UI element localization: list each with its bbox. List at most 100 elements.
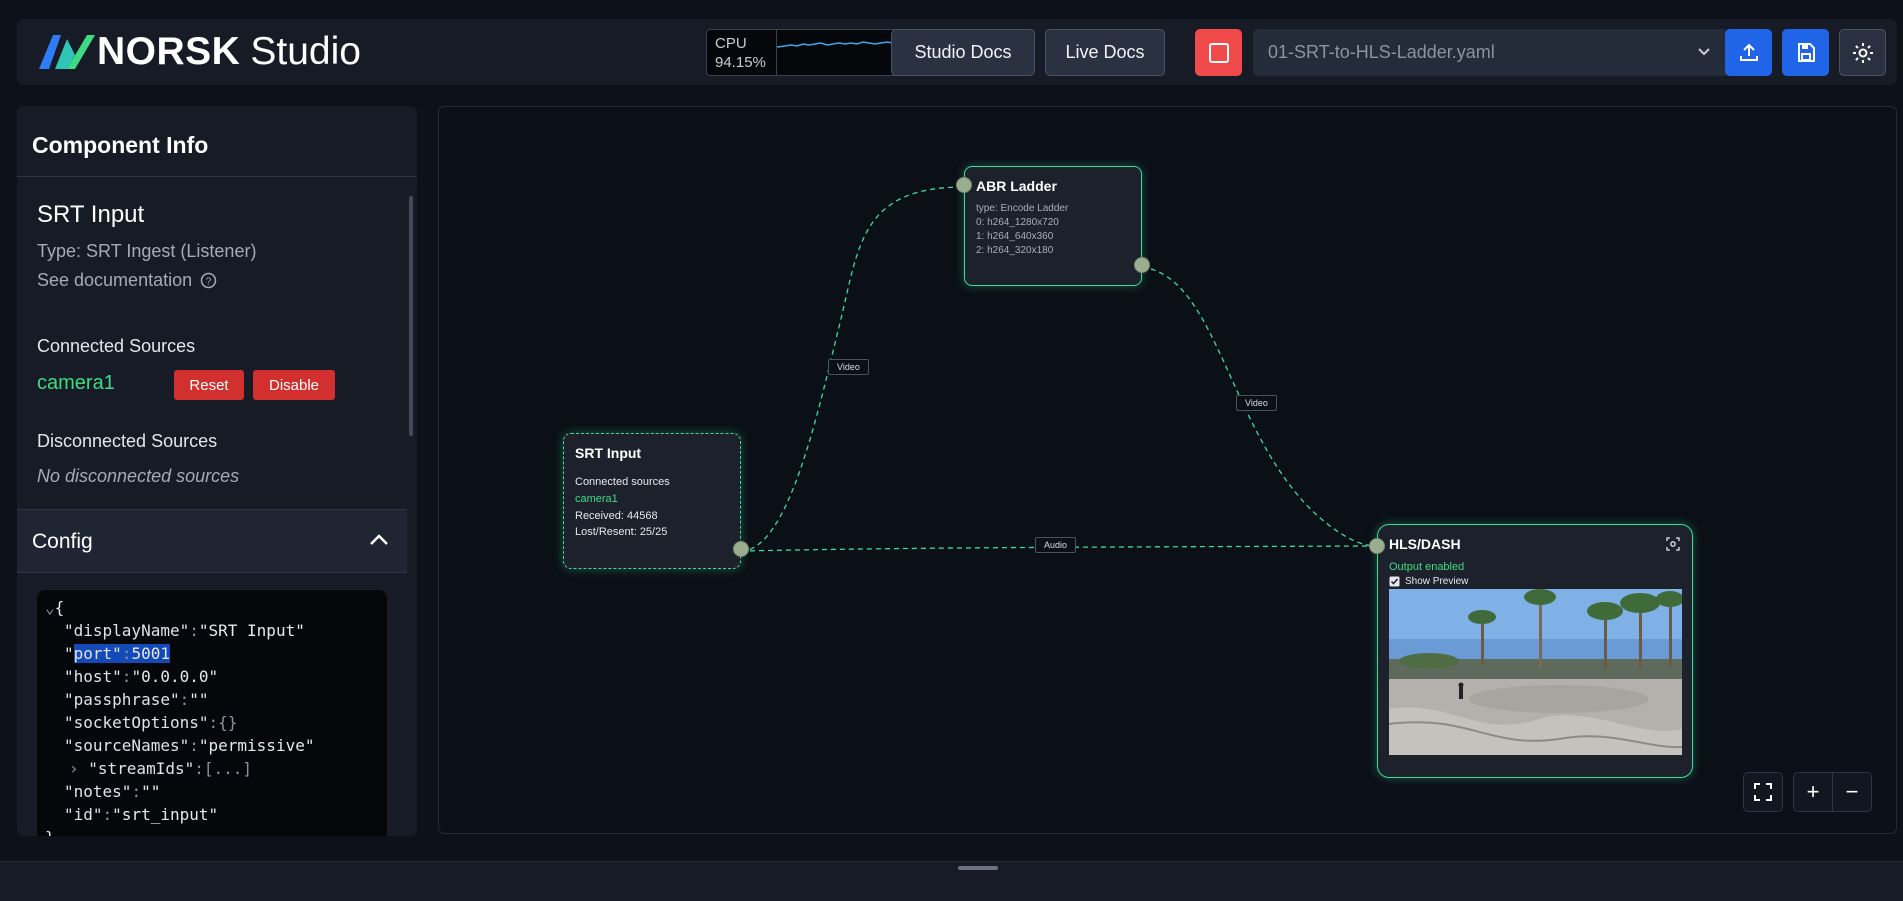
ladder-rung: 1: h264_640x360 — [976, 231, 1054, 242]
save-button[interactable] — [1782, 29, 1829, 76]
json-key: "passphrase" — [64, 690, 180, 709]
brand-name: NORSK — [97, 30, 241, 73]
json-key: "displayName" — [64, 621, 190, 640]
upload-button[interactable] — [1725, 29, 1772, 76]
panel-title: Component Info — [32, 132, 209, 158]
drawer-resize-handle[interactable] — [958, 866, 998, 870]
cpu-monitor: CPU 94.15% — [706, 29, 898, 76]
node-received: Received: 44568 — [575, 510, 658, 522]
port-srt-output[interactable] — [733, 541, 749, 557]
edge-label-video: Video — [1236, 395, 1277, 411]
component-info-panel: Component Info SRT Input Type: SRT Inges… — [17, 106, 417, 836]
checkbox-checked-icon[interactable] — [1389, 576, 1400, 587]
top-bar: NORSK Studio CPU 94.15% Studio Docs Live… — [17, 19, 1897, 85]
json-value: [...] — [203, 759, 253, 778]
node-srt-input[interactable]: SRT Input Connected sources camera1 Rece… — [563, 433, 741, 569]
port-abr-input[interactable] — [956, 177, 972, 193]
brand-suffix: Studio — [250, 30, 361, 73]
cpu-value: 94.15% — [715, 54, 766, 71]
save-icon — [1797, 42, 1815, 62]
json-value: 5001 — [131, 644, 170, 663]
json-key: "notes" — [64, 782, 132, 801]
node-connected-label: Connected sources — [575, 476, 670, 488]
norsk-logo-icon — [39, 35, 95, 69]
video-preview — [1389, 589, 1682, 755]
zoom-out-button[interactable]: − — [1832, 772, 1872, 812]
live-docs-button[interactable]: Live Docs — [1045, 29, 1165, 76]
collapse-chevron-icon[interactable]: ⌄ — [45, 598, 55, 617]
ladder-rung: 2: h264_320x180 — [976, 245, 1054, 256]
file-select-value: 01-SRT-to-HLS-Ladder.yaml — [1268, 42, 1495, 62]
json-key: "sourceNames" — [64, 736, 190, 755]
edge-label-video: Video — [828, 359, 869, 375]
json-value: {} — [218, 713, 238, 732]
config-accordion-header[interactable]: Config — [17, 509, 407, 573]
json-value: "srt_input" — [112, 805, 219, 824]
fullscreen-icon — [1754, 783, 1772, 801]
zoom-in-button[interactable]: + — [1793, 772, 1833, 812]
cpu-label: CPU — [715, 35, 747, 52]
ladder-rung: 0: h264_1280x720 — [976, 217, 1059, 228]
plus-icon: + — [1806, 779, 1820, 804]
see-documentation-label: See documentation — [37, 270, 193, 290]
connected-sources-title: Connected Sources — [37, 336, 196, 356]
fit-view-button[interactable] — [1743, 772, 1783, 812]
node-title: ABR Ladder — [976, 178, 1057, 194]
reset-button[interactable]: Reset — [174, 370, 244, 400]
node-hls-dash[interactable]: HLS/DASH Output enabled Show Preview — [1377, 524, 1693, 778]
chevron-up-icon — [370, 534, 388, 545]
no-disconnected-text: No disconnected sources — [37, 466, 240, 486]
node-lost-resent: Lost/Resent: 25/25 — [575, 526, 668, 538]
component-name: SRT Input — [37, 201, 145, 228]
show-preview-label: Show Preview — [1405, 576, 1469, 587]
show-preview-toggle[interactable]: Show Preview — [1389, 576, 1468, 587]
stop-icon — [1208, 42, 1229, 63]
gear-icon — [1852, 42, 1873, 63]
disconnected-sources-title: Disconnected Sources — [37, 431, 218, 451]
cpu-graph — [776, 30, 897, 75]
panel-scrollbar[interactable] — [409, 196, 413, 436]
port-abr-output[interactable] — [1134, 257, 1150, 273]
json-open-brace: { — [54, 598, 65, 617]
json-key: "host" — [64, 667, 122, 686]
flow-canvas[interactable]: Video Video Audio SRT Input Connected so… — [438, 106, 1897, 834]
json-value: "permissive" — [198, 736, 315, 755]
json-value: "" — [141, 782, 161, 801]
disable-button[interactable]: Disable — [253, 370, 335, 400]
json-value: "SRT Input" — [198, 621, 305, 640]
json-key: "socketOptions" — [64, 713, 209, 732]
json-key: "streamIds" — [88, 759, 195, 778]
config-title: Config — [32, 530, 93, 553]
node-title: SRT Input — [575, 445, 642, 461]
json-close-brace: } — [45, 828, 55, 836]
divider — [17, 176, 417, 177]
node-abr-ladder[interactable]: ABR Ladder type: Encode Ladder 0: h264_1… — [964, 166, 1142, 286]
minus-icon: − — [1845, 779, 1859, 804]
json-key: "id" — [64, 805, 103, 824]
config-json-editor[interactable]: ⌄{ "displayName":"SRT Input" "port":5001… — [37, 590, 387, 836]
stop-button[interactable] — [1195, 29, 1242, 76]
studio-docs-button[interactable]: Studio Docs — [891, 29, 1035, 76]
json-value: "0.0.0.0" — [131, 667, 219, 686]
node-type: type: Encode Ladder — [976, 203, 1069, 214]
chevron-down-icon — [1698, 48, 1710, 56]
output-status: Output enabled — [1389, 561, 1465, 573]
component-type: Type: SRT Ingest (Listener) — [37, 241, 257, 261]
norsk-logo: NORSK Studio — [37, 30, 361, 73]
node-title: HLS/DASH — [1389, 536, 1461, 552]
svg-text:?: ? — [206, 277, 212, 288]
bottom-drawer — [0, 861, 1903, 901]
node-source-name: camera1 — [575, 493, 618, 505]
upload-icon — [1739, 43, 1758, 61]
connected-source-name: camera1 — [37, 372, 115, 394]
port-hls-input[interactable] — [1369, 538, 1385, 554]
json-key: port — [73, 644, 113, 663]
file-select[interactable]: 01-SRT-to-HLS-Ladder.yaml — [1253, 29, 1730, 76]
see-documentation-link[interactable]: See documentation ? — [37, 270, 217, 291]
help-icon: ? — [200, 272, 217, 289]
edge-label-audio: Audio — [1035, 537, 1077, 553]
screenshot-icon[interactable] — [1666, 537, 1680, 551]
settings-button[interactable] — [1839, 29, 1886, 76]
expand-chevron-icon[interactable]: › — [69, 759, 88, 778]
json-value: "" — [189, 690, 209, 709]
